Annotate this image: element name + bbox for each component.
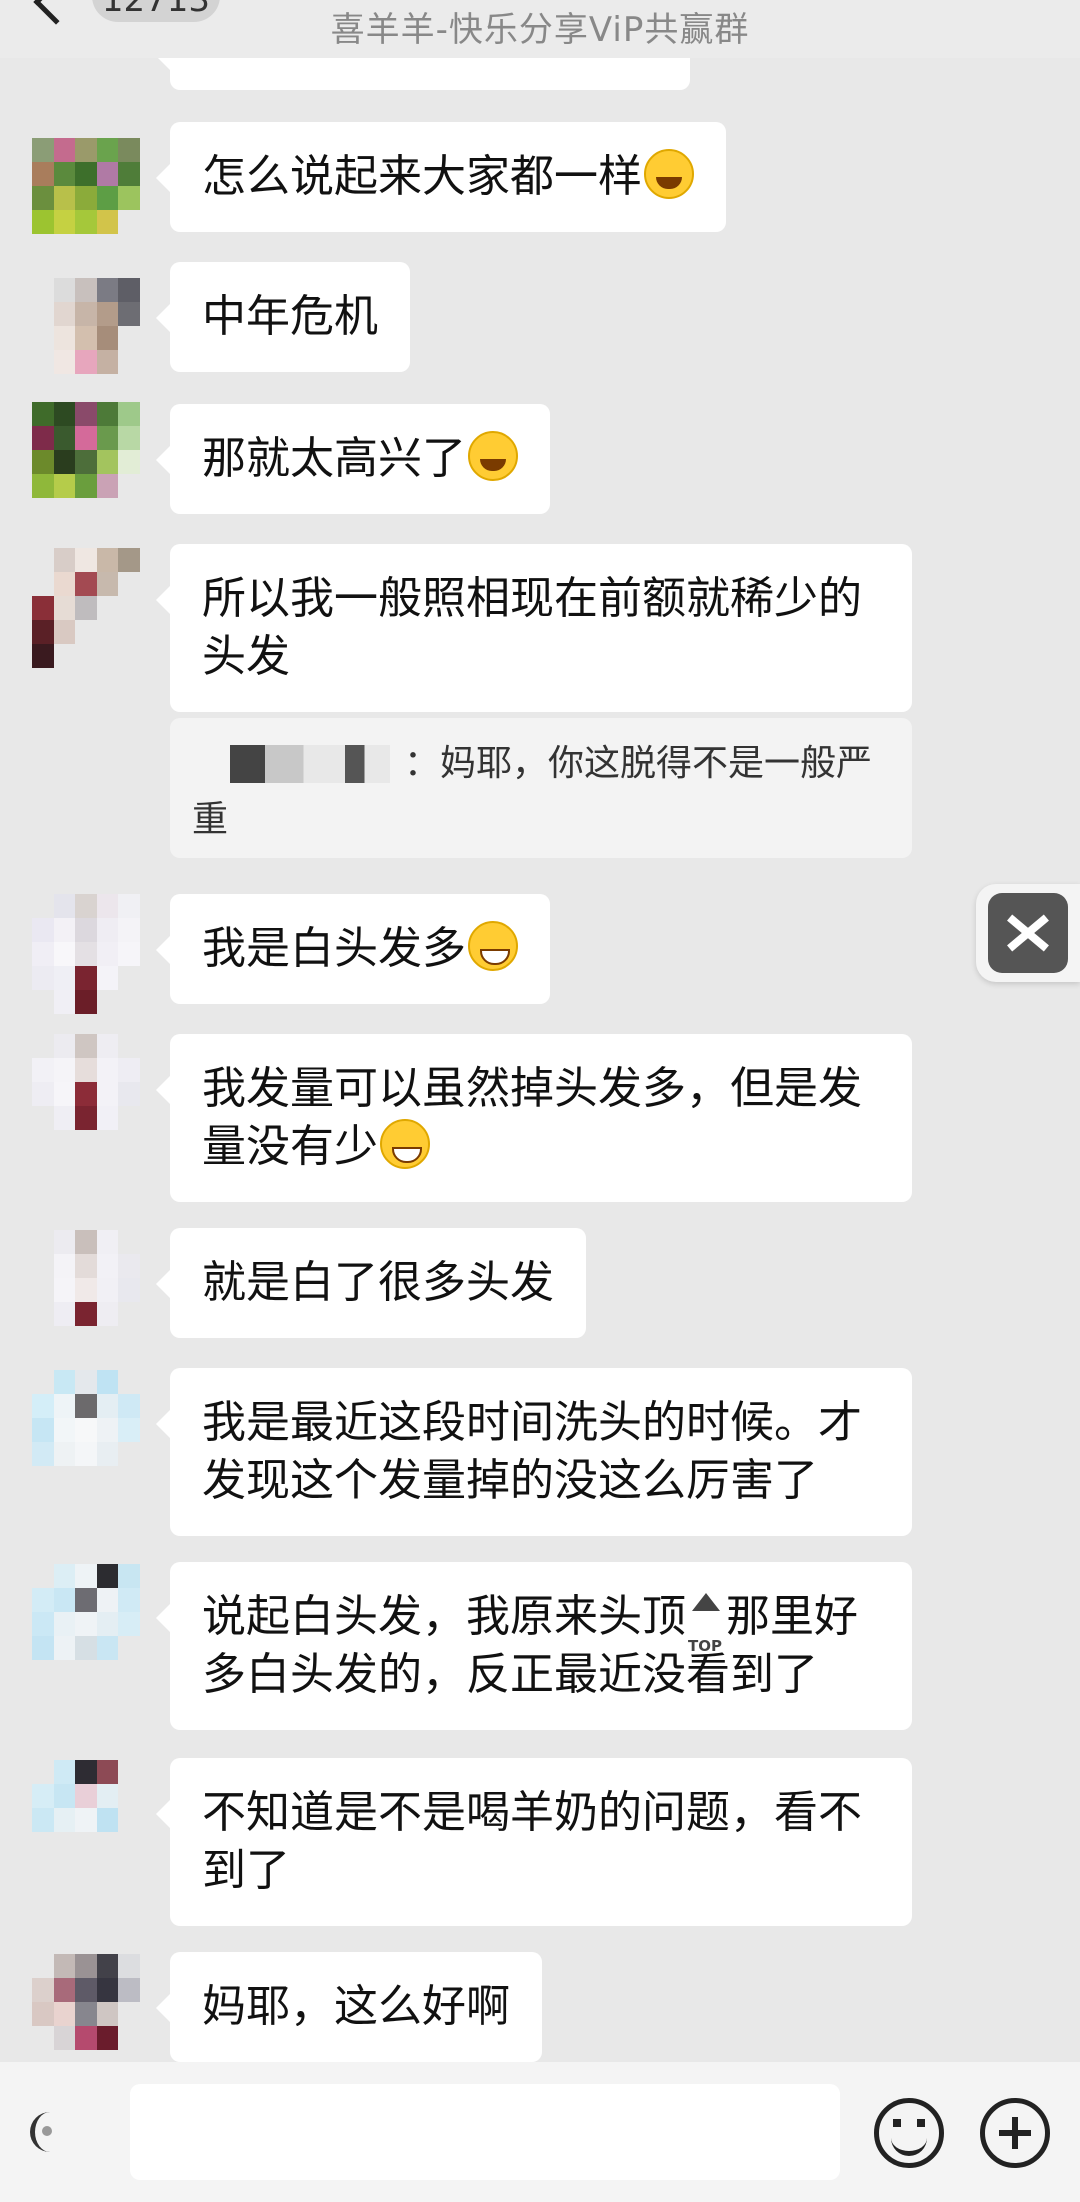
- rolling-laugh-emoji: [644, 149, 694, 199]
- message-bubble[interactable]: 就是白了很多头发: [156, 1228, 586, 1338]
- emoji-picker-icon[interactable]: [874, 2098, 944, 2168]
- quoted-reply[interactable]: ：妈耶，你这脱得不是一般严重: [170, 718, 912, 858]
- avatar[interactable]: [32, 1034, 140, 1154]
- message-bubble[interactable]: 那就太高兴了: [156, 404, 550, 514]
- top-arrow-icon: [686, 1591, 726, 1675]
- message-list[interactable]: 怎么说起来大家都一样 中年危机 那就太高兴了 所以我一般照相现在前额就稀少的头发…: [0, 0, 1080, 2074]
- avatar[interactable]: [32, 1564, 140, 1684]
- message-text: 我是最近这段时间洗头的时候。才发现这个发量掉的没这么厉害了: [202, 1397, 862, 1506]
- more-actions-plus-icon[interactable]: [980, 2098, 1050, 2168]
- message-bubble[interactable]: 我是最近这段时间洗头的时候。才发现这个发量掉的没这么厉害了: [156, 1368, 912, 1536]
- input-bar: [0, 2062, 1080, 2202]
- voice-input-icon[interactable]: [24, 2112, 64, 2152]
- message-bubble[interactable]: 说起白头发，我原来头顶那里好多白头发的，反正最近没看到了: [156, 1562, 912, 1730]
- message-text: 我是白头发多: [202, 923, 466, 974]
- message-text: 怎么说起来大家都一样: [202, 151, 642, 202]
- message-text: 那就太高兴了: [202, 433, 466, 484]
- avatar[interactable]: [32, 278, 140, 398]
- message-text: 不知道是不是喝羊奶的问题，看不到了: [202, 1787, 862, 1896]
- message-bubble[interactable]: 所以我一般照相现在前额就稀少的头发: [156, 544, 912, 712]
- avatar[interactable]: [32, 894, 140, 1014]
- avatar[interactable]: [32, 1954, 140, 2074]
- avatar[interactable]: [32, 138, 140, 258]
- avatar[interactable]: [32, 1760, 140, 1880]
- message-text-start: 说起白头发，我原来头顶: [202, 1591, 686, 1642]
- message-bubble[interactable]: 我是白头发多: [156, 894, 550, 1004]
- avatar[interactable]: [32, 548, 140, 668]
- message-text: 中年危机: [202, 291, 378, 342]
- message-bubble[interactable]: 怎么说起来大家都一样: [156, 122, 726, 232]
- message-text: 我发量可以虽然掉头发多，但是发量没有少: [202, 1063, 862, 1172]
- quoted-sender-name: [230, 745, 390, 783]
- chat-screen: 怎么说起来大家都一样 中年危机 那就太高兴了 所以我一般照相现在前额就稀少的头发…: [0, 0, 1080, 2202]
- message-bubble[interactable]: 中年危机: [156, 262, 410, 372]
- message-input[interactable]: [130, 2084, 840, 2180]
- message-text: 妈耶，这么好啊: [202, 1981, 510, 2032]
- chat-header: 12713 喜羊羊-快乐分享ViP共赢群: [0, 0, 1080, 58]
- avatar[interactable]: [32, 1230, 140, 1350]
- avatar[interactable]: [32, 1370, 140, 1490]
- floating-app-button[interactable]: [976, 884, 1080, 982]
- tears-of-joy-emoji: [468, 431, 518, 481]
- group-title: 喜羊羊-快乐分享ViP共赢群: [330, 10, 750, 50]
- message-bubble[interactable]: 我发量可以虽然掉头发多，但是发量没有少: [156, 1034, 912, 1202]
- message-bubble[interactable]: 妈耶，这么好啊: [156, 1952, 542, 2062]
- message-text: 所以我一般照相现在前额就稀少的头发: [202, 573, 862, 682]
- message-bubble[interactable]: 不知道是不是喝羊奶的问题，看不到了: [156, 1758, 912, 1926]
- grin-emoji: [468, 921, 518, 971]
- capcut-icon: [988, 893, 1068, 973]
- grin-emoji: [380, 1119, 430, 1169]
- avatar[interactable]: [32, 402, 140, 522]
- message-text: 就是白了很多头发: [202, 1257, 554, 1308]
